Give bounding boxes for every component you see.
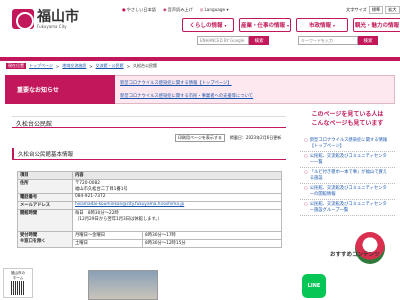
row-label: 住所: [17, 179, 73, 194]
logo-name: 福山市: [37, 8, 79, 25]
breadcrumb-community[interactable]: 交流館・公民館: [96, 63, 124, 69]
updated-date: 掲載日：2023年2月6日更新: [229, 135, 282, 140]
keyword-input[interactable]: キーワードを入力: [298, 36, 358, 45]
font-size-large-button[interactable]: 拡大: [385, 6, 400, 14]
notice-link-covid-support[interactable]: 新型コロナウイルス感染症に関する市民・事業者への支援等について: [120, 93, 253, 99]
print-page-button[interactable]: 印刷用ページを表示する: [175, 134, 225, 142]
breadcrumb: 現在位置 トップページ > 地域交流施設 > 交流館・公民館 > 久松台公民館: [6, 63, 157, 69]
notice-list: 新型コロナウイルス感染症に関する情報【トップページ】 新型コロナウイルス感染症に…: [120, 80, 253, 99]
row-value-day: 月曜日～金曜日: [72, 231, 143, 240]
page-title: 久松台公民館: [16, 121, 53, 128]
notice-link-covid-top[interactable]: 新型コロナウイルス感染症に関する情報【トップページ】: [120, 80, 253, 86]
table-row: 電話番号 084-921-7372: [17, 193, 282, 202]
table-header-row: 項目 内容: [17, 171, 282, 180]
search-input[interactable]: ENHANCED BY Google: [197, 36, 249, 45]
speaker-icon: ◉: [162, 7, 167, 12]
bullet-icon: ○: [304, 154, 308, 159]
breadcrumb-here-label: 現在位置: [6, 63, 26, 69]
header-divider: [0, 57, 400, 61]
line-icon[interactable]: LINE: [302, 274, 326, 298]
bullet-icon: ○: [304, 170, 308, 175]
utility-links: ●やさしい日本語 ◉音声読み上げ ◎Language ▾: [122, 7, 229, 13]
qr-code-icon: [11, 281, 25, 295]
page-tools: 印刷用ページを表示する 掲載日：2023年2月6日更新: [175, 134, 281, 142]
row-label: 電話番号: [17, 193, 73, 202]
mascot-icon: [355, 232, 385, 264]
related-pages-list: ○ 新型コロナウイルス感染症に関する情報【トップページ】 ○ 公民館、交流館及びコミ…: [300, 136, 395, 216]
related-pages-heading: このページを見ている人は こんなページも見ています: [300, 106, 395, 130]
site-logo[interactable]: 福山市 Fukuyama City: [12, 8, 79, 30]
breadcrumb-facilities[interactable]: 地域交流施設: [62, 63, 86, 69]
nav-living[interactable]: くらしの情報 ▾: [182, 18, 234, 32]
list-item[interactable]: ○ 公民館、交流館及びコミュニティセンター一覧: [300, 152, 395, 168]
list-item[interactable]: ○ 「ルビ付き雑巾一本で事」が福山で買える施設: [300, 168, 395, 184]
nav-tourism[interactable]: 観光・魅力の情報▾: [353, 18, 400, 32]
nav-city-admin[interactable]: 市政情報 ▾: [296, 18, 348, 32]
row-label: 受付時間 ※窓口を除く: [17, 231, 73, 248]
row-label: メールアドレス: [17, 201, 73, 210]
globe-icon: ◎: [199, 7, 204, 12]
row-value-time: 8時30分～12時15分: [142, 239, 282, 248]
logo-subtitle: Fukuyama City: [37, 23, 67, 29]
keyword-search: キーワードを入力 検索: [298, 36, 378, 45]
building-photo: [88, 270, 158, 300]
qr-code-box: 福山市の ホーム: [3, 268, 33, 298]
row-value: 毎日 8時30分～22時 （12月29日から翌年1月3日は休館します。）: [72, 209, 282, 232]
easy-japanese-link[interactable]: ●やさしい日本語: [122, 7, 156, 13]
chevron-down-icon: ▾: [287, 22, 290, 28]
main-nav: くらしの情報▾ 産業・仕事の情報▾ 市政情報▾ 観光・魅力の情報▾: [182, 18, 400, 32]
font-size-label: 文字サイズ: [346, 7, 367, 12]
bullet-icon: ●: [122, 7, 126, 12]
recommend-heading: おすすめコンテンツ: [330, 252, 380, 258]
row-value-time: 8時30分～17時: [142, 231, 282, 240]
list-item[interactable]: ○ 公民館、交流館及びコミュニティセンター施設グループ一覧: [300, 200, 395, 216]
chevron-down-icon: ▾: [224, 22, 227, 28]
nav-industry[interactable]: 産業・仕事の情報 ▾: [239, 18, 291, 32]
keyword-search-button[interactable]: 検索: [358, 36, 378, 45]
bullet-icon: ○: [304, 138, 308, 143]
row-value: hisamadai-kouminkan@city.fukuyama.hirosh…: [72, 201, 282, 210]
city-emblem-icon: [12, 9, 34, 30]
bullet-icon: ○: [304, 202, 308, 207]
list-item[interactable]: ○ 新型コロナウイルス感染症に関する情報【トップページ】: [300, 136, 395, 152]
section-title: 久松台公民館基本情報: [12, 148, 286, 160]
title-frame: [12, 116, 286, 128]
table-row: 開館時間 毎日 8時30分～22時 （12月29日から翌年1月3日は休館します。…: [17, 209, 282, 232]
qr-label: 福山市の ホーム: [11, 271, 25, 280]
breadcrumb-current: 久松台公民館: [133, 63, 157, 68]
font-size-control: 文字サイズ 標準 拡大: [346, 6, 400, 14]
table-row: 住所 〒720-0082 福山市久松台二丁目1番1号: [17, 179, 282, 194]
row-value-day: 土曜日: [72, 239, 143, 248]
font-size-standard-button[interactable]: 標準: [368, 6, 384, 14]
chevron-down-icon: ▾: [333, 22, 336, 28]
search-button[interactable]: 検索: [249, 36, 269, 45]
email-link[interactable]: hisamadai-kouminkan@city.fukuyama.hirosh…: [75, 202, 184, 207]
notice-label: 重要なお知らせ: [5, 75, 115, 104]
column-header: 内容: [72, 171, 282, 180]
table-row: 受付時間 ※窓口を除く 月曜日～金曜日 8時30分～17時: [17, 231, 282, 248]
language-link[interactable]: ◎Language ▾: [200, 7, 229, 13]
facility-info-table: 項目 内容 住所 〒720-0082 福山市久松台二丁目1番1号 電話番号 08…: [17, 171, 282, 248]
site-search: ENHANCED BY Google 検索: [197, 36, 269, 45]
row-value: 〒720-0082 福山市久松台二丁目1番1号: [72, 179, 282, 194]
bullet-icon: ○: [304, 186, 308, 191]
read-aloud-link[interactable]: ◉音声読み上げ: [163, 7, 193, 13]
list-item[interactable]: ○ 公民館、交流館及びコミュニティセンターの開館情報: [300, 184, 395, 200]
row-value: 084-921-7372: [72, 193, 282, 202]
table-row: メールアドレス hisamadai-kouminkan@city.fukuyam…: [17, 201, 282, 210]
breadcrumb-top[interactable]: トップページ: [29, 63, 53, 69]
column-header: 項目: [17, 171, 73, 180]
row-label: 開館時間: [17, 209, 73, 232]
